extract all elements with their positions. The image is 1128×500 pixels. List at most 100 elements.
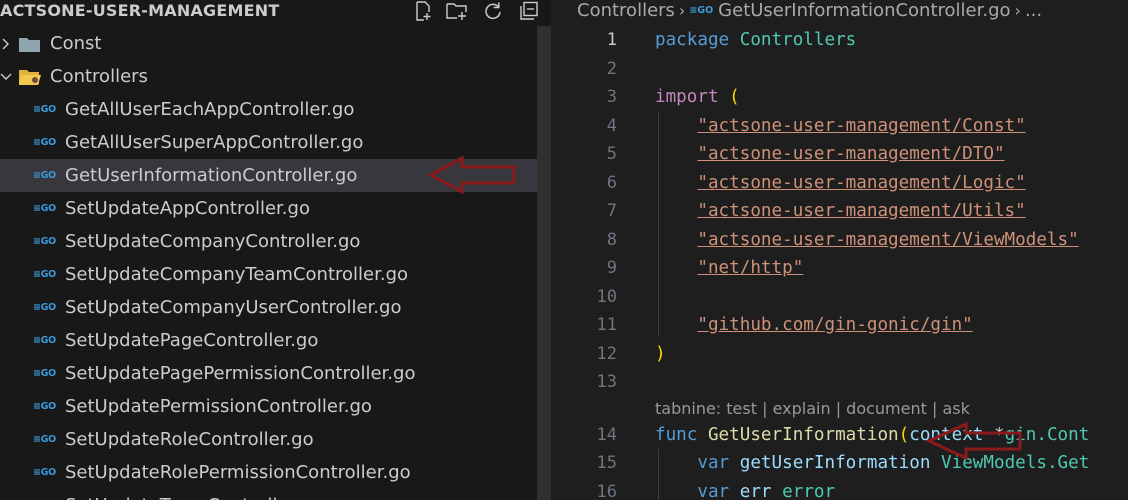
code-text: "net/http" [655, 254, 803, 282]
go-file-icon: ≡GO [33, 137, 56, 148]
new-file-icon[interactable] [411, 0, 435, 22]
sidebar-scroll-thumb[interactable] [537, 26, 551, 500]
line-number: 5 [606, 144, 617, 164]
explorer-sidebar: ACTSONE-USER-MANAGEMENT Const Controller… [0, 0, 551, 500]
code-token: "actsone-user-management/Logic" [697, 173, 1026, 193]
code-token: .Cont [1036, 425, 1090, 445]
codelens-ask[interactable]: ask [942, 399, 969, 418]
file-item[interactable]: ≡GO SetUpdateRoleController.go [0, 423, 551, 456]
codelens-prefix: tabnine: [655, 399, 727, 418]
code-text: "actsone-user-management/Const" [655, 112, 1026, 140]
tree-folder-controllers[interactable]: Controllers [0, 60, 551, 93]
file-label: SetUpdatePageController.go [65, 330, 319, 351]
line-number: 16 [596, 482, 617, 500]
chevron-right-icon [0, 36, 14, 52]
file-item[interactable]: ≡GO SetUpdateRolePermissionController.go [0, 456, 551, 489]
code-line[interactable]: 4 "actsone-user-management/Const" [551, 112, 1128, 140]
code-token: err [739, 482, 772, 500]
code-line[interactable]: 5 "actsone-user-management/DTO" [551, 140, 1128, 168]
code-token: ) [655, 344, 666, 364]
file-label: GetAllUserEachAppController.go [65, 99, 355, 120]
file-label: SetUpdateCompanyTeamController.go [65, 264, 409, 285]
line-number: 14 [596, 425, 617, 445]
code-token: "actsone-user-management/Utils" [697, 201, 1026, 221]
file-item[interactable]: ≡GO GetAllUserEachAppController.go [0, 93, 551, 126]
breadcrumb-more[interactable]: ... [1025, 0, 1042, 22]
file-item[interactable]: ≡GOSetUpdateTeamController.go [0, 489, 551, 500]
code-text: ) [655, 340, 666, 368]
code-line[interactable]: 1 package Controllers [551, 26, 1128, 54]
code-line[interactable]: 12) [551, 340, 1128, 368]
code-line[interactable]: 9 "net/http" [551, 254, 1128, 282]
code-text: "actsone-user-management/Logic" [655, 169, 1026, 197]
new-folder-icon[interactable] [445, 0, 469, 22]
file-item[interactable]: ≡GO SetUpdatePagePermissionController.go [0, 357, 551, 390]
go-file-icon: ≡GO [33, 203, 56, 214]
code-line[interactable]: 10 [551, 283, 1128, 311]
code-line[interactable]: 15 var getUserInformation ViewModels.Get [551, 449, 1128, 477]
go-file-icon: ≡GO [33, 401, 56, 412]
code-line[interactable]: 7 "actsone-user-management/Utils" [551, 197, 1128, 225]
folder-open-icon [19, 69, 41, 85]
code-token: "actsone-user-management/DTO" [697, 144, 1005, 164]
file-item[interactable]: ≡GO SetUpdatePageController.go [0, 324, 551, 357]
tree-folder-label: Const [50, 33, 102, 54]
chevron-down-icon [0, 69, 14, 85]
code-token: var [697, 453, 730, 473]
code-text: import ( [655, 83, 740, 111]
go-file-icon: ≡GO [33, 269, 56, 280]
code-token: package [655, 30, 730, 50]
breadcrumb-folder[interactable]: Controllers [577, 0, 675, 22]
line-number: 1 [606, 30, 617, 50]
go-file-icon: ≡GO [33, 368, 56, 379]
refresh-icon[interactable] [481, 0, 505, 22]
codelens-test[interactable]: test [726, 399, 757, 418]
code-editor[interactable]: Controllers › ≡GO GetUserInformationCont… [551, 0, 1128, 500]
file-item[interactable]: ≡GO SetUpdateAppController.go [0, 192, 551, 225]
collapse-all-icon[interactable] [517, 0, 541, 22]
file-label: SetUpdateTeamController.go [65, 495, 322, 500]
code-line[interactable]: 14 func GetUserInformation(context *gin.C… [551, 421, 1128, 449]
chevron-right-icon: › [1014, 1, 1021, 20]
codelens-separator: | [926, 399, 943, 418]
line-number: 10 [596, 287, 617, 307]
code-text: "actsone-user-management/ViewModels" [655, 226, 1078, 254]
code-line[interactable]: 16 var err error [551, 478, 1128, 500]
line-number: 11 [596, 315, 617, 335]
code-text: func GetUserInformation(context *gin.Con… [655, 421, 1089, 449]
codelens-explain[interactable]: explain [773, 399, 831, 418]
code-text: "actsone-user-management/DTO" [655, 140, 1005, 168]
file-item[interactable]: ≡GO SetUpdateCompanyTeamController.go [0, 258, 551, 291]
code-token: getUserInformation [739, 453, 931, 473]
code-token: ( [729, 87, 740, 107]
chevron-right-icon: › [678, 1, 686, 20]
line-number: 12 [596, 344, 617, 364]
go-file-icon: ≡GO [689, 5, 714, 16]
code-text: "github.com/gin-gonic/gin" [655, 311, 973, 339]
go-file-icon: ≡GO [33, 434, 56, 445]
code-line[interactable]: 8 "actsone-user-management/ViewModels" [551, 226, 1128, 254]
code-line[interactable]: 11 "github.com/gin-gonic/gin" [551, 311, 1128, 339]
file-label: SetUpdatePermissionController.go [65, 396, 372, 417]
breadcrumb-file[interactable]: GetUserInformationController.go [718, 0, 1010, 22]
code-line[interactable]: 13 [551, 368, 1128, 396]
file-label: SetUpdateAppController.go [65, 198, 310, 219]
code-token: "actsone-user-management/Const" [697, 116, 1026, 136]
file-item[interactable]: ≡GO SetUpdatePermissionController.go [0, 390, 551, 423]
breadcrumb: Controllers › ≡GO GetUserInformationCont… [577, 0, 1042, 22]
file-item[interactable]: ≡GO SetUpdateCompanyUserController.go [0, 291, 551, 324]
code-token: GetUserInformation [707, 425, 899, 445]
go-file-icon: ≡GO [33, 335, 56, 346]
code-text: package Controllers [655, 26, 856, 54]
code-line[interactable]: 6 "actsone-user-management/Logic" [551, 169, 1128, 197]
code-token: var [697, 482, 730, 500]
file-item[interactable]: ≡GO SetUpdateCompanyController.go [0, 225, 551, 258]
code-token: "github.com/gin-gonic/gin" [697, 315, 973, 335]
line-number: 3 [606, 87, 617, 107]
tree-folder-const[interactable]: Const [0, 27, 551, 60]
line-number: 8 [606, 230, 617, 250]
line-number: 9 [606, 258, 617, 278]
codelens-document[interactable]: document [846, 399, 927, 418]
code-line[interactable]: 3 import ( [551, 83, 1128, 111]
code-line[interactable]: 2 [551, 55, 1128, 83]
